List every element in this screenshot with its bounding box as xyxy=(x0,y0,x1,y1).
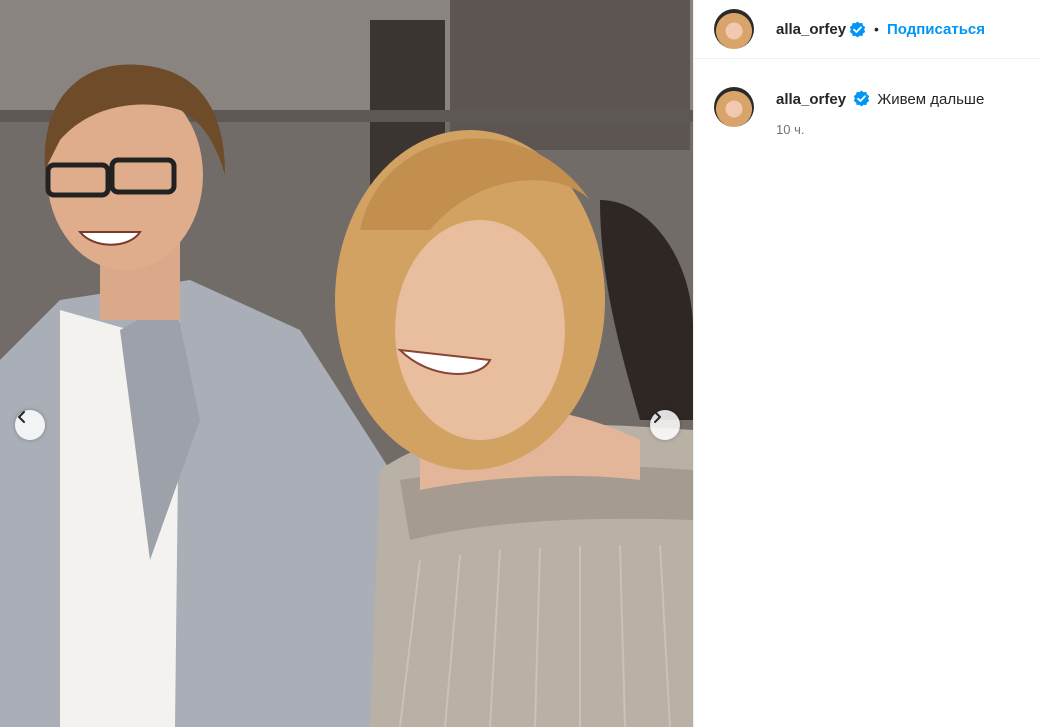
avatar[interactable] xyxy=(714,87,754,127)
caption-username-link[interactable]: alla_orfey xyxy=(776,91,846,108)
post-media xyxy=(0,0,693,727)
verified-badge-icon xyxy=(854,90,870,107)
avatar[interactable] xyxy=(714,9,754,49)
verified-badge-icon xyxy=(849,21,866,37)
post-side-panel: alla_orfey • Подписаться alla_orfey Живе… xyxy=(693,0,1041,727)
separator-dot: • xyxy=(874,21,879,37)
chevron-right-icon xyxy=(654,411,661,423)
post-caption: alla_orfey Живем дальше 10 ч. xyxy=(694,59,1041,137)
previous-photo-button[interactable] xyxy=(15,410,45,440)
post-photo xyxy=(0,0,693,727)
post-header: alla_orfey • Подписаться xyxy=(694,0,1041,59)
caption-text: Живем дальше xyxy=(877,91,985,108)
username-link[interactable]: alla_orfey xyxy=(776,21,846,38)
post-timestamp[interactable]: 10 ч. xyxy=(776,122,984,137)
follow-button[interactable]: Подписаться xyxy=(887,21,985,38)
chevron-left-icon xyxy=(18,411,25,423)
next-photo-button[interactable] xyxy=(650,410,680,440)
